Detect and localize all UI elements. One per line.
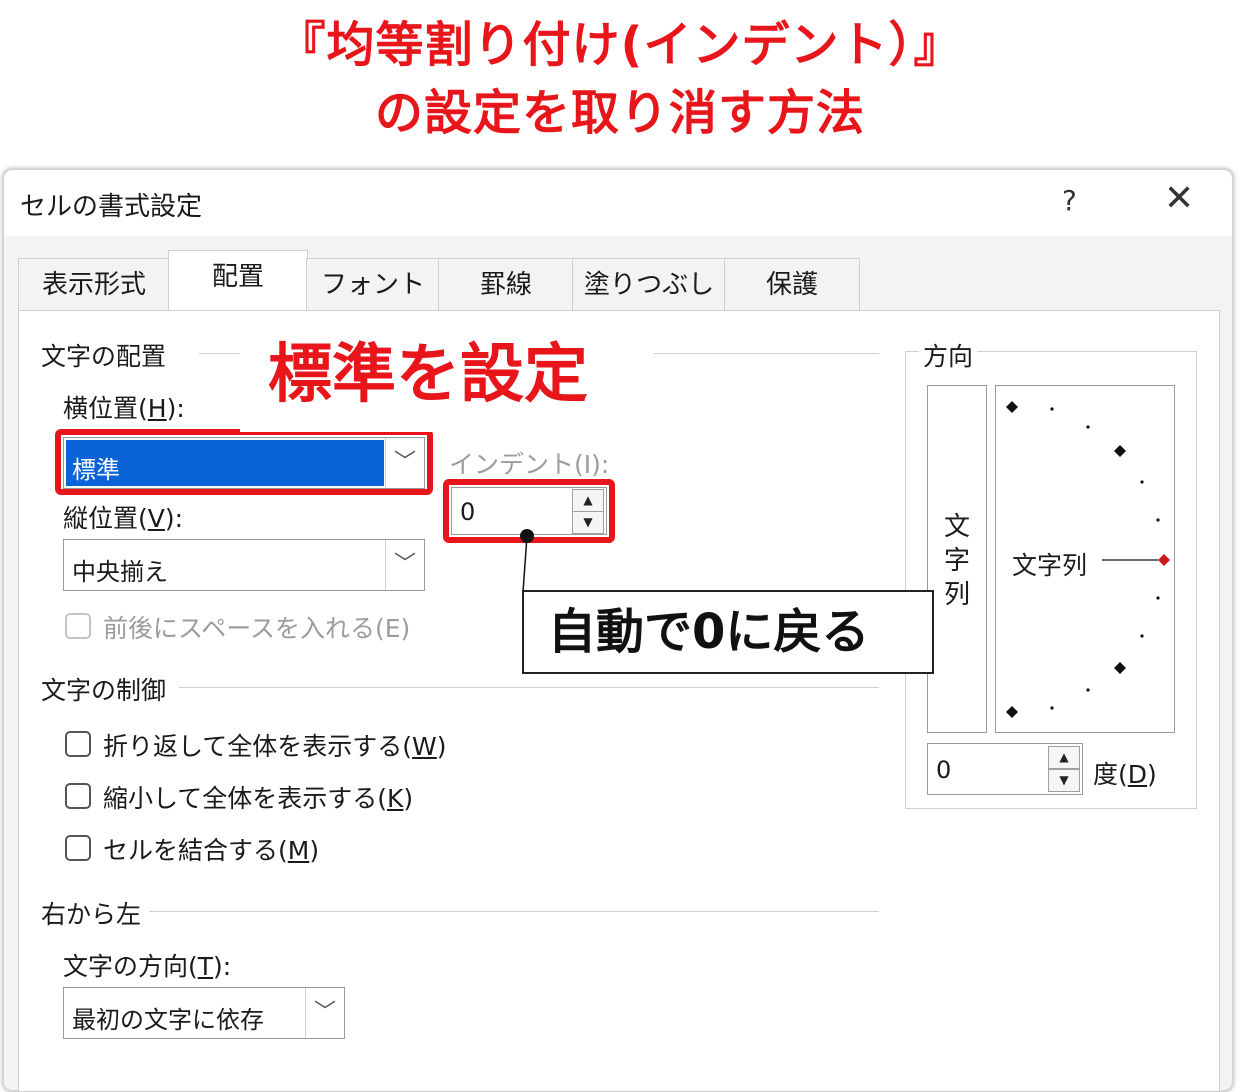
annotation-connector xyxy=(520,529,534,593)
annotation-auto-zero: 自動で0に戻る xyxy=(548,604,870,660)
connector-line xyxy=(522,535,528,593)
annotation-auto-zero-box: 自動で0に戻る xyxy=(522,590,934,674)
horizontal-value: 標準 xyxy=(72,456,120,484)
connector-dot xyxy=(520,529,534,543)
